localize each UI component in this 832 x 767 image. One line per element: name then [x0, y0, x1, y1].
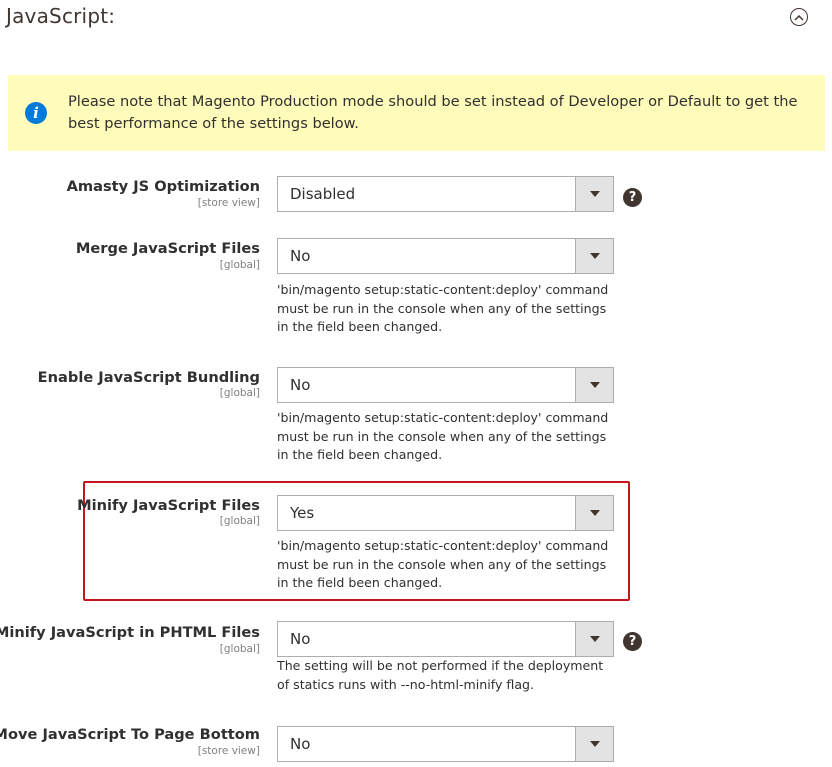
help-icon[interactable]: ?	[623, 188, 642, 207]
select-value: Yes	[290, 504, 315, 522]
dropdown-arrow-icon	[575, 239, 613, 273]
dropdown-arrow-icon	[575, 496, 613, 530]
select-value: No	[290, 376, 311, 394]
field-label: Minify JavaScript Files	[77, 497, 260, 514]
field-scope: [store view]	[197, 197, 260, 209]
notice-message: i Please note that Magento Production mo…	[8, 75, 825, 151]
field-scope: [store view]	[197, 745, 260, 757]
section-title: JavaScript:	[6, 4, 116, 28]
select-value: No	[290, 247, 311, 265]
amasty-js-optimization-select[interactable]: Disabled	[277, 176, 614, 212]
field-note: 'bin/magento setup:static-content:deploy…	[277, 410, 609, 462]
dropdown-arrow-icon	[575, 622, 613, 656]
enable-javascript-bundling-select[interactable]: No	[277, 367, 614, 403]
dropdown-arrow-icon	[575, 727, 613, 761]
select-value: No	[290, 630, 311, 648]
collapse-button[interactable]	[790, 8, 808, 26]
field-label: Amasty JS Optimization	[66, 178, 260, 195]
field-label: Merge JavaScript Files	[75, 240, 260, 257]
chevron-up-icon	[794, 14, 804, 21]
field-scope: [global]	[219, 643, 260, 655]
dropdown-arrow-icon	[575, 368, 613, 402]
info-icon: i	[25, 102, 47, 124]
field-scope: [global]	[219, 259, 260, 271]
field-note: 'bin/magento setup:static-content:deploy…	[277, 282, 609, 334]
field-label: Minify JavaScript in PHTML Files	[0, 624, 260, 641]
dropdown-arrow-icon	[575, 177, 613, 211]
notice-text: Please note that Magento Production mode…	[68, 93, 798, 132]
field-scope: [global]	[219, 387, 260, 399]
field-label: Move JavaScript To Page Bottom	[0, 726, 260, 743]
field-note: 'bin/magento setup:static-content:deploy…	[277, 538, 609, 590]
help-icon[interactable]: ?	[623, 632, 642, 651]
select-value: Disabled	[290, 185, 356, 203]
minify-javascript-files-select[interactable]: Yes	[277, 495, 614, 531]
field-label: Enable JavaScript Bundling	[37, 369, 260, 386]
move-javascript-bottom-select[interactable]: No	[277, 726, 614, 762]
field-note: The setting will be not performed if the…	[277, 658, 604, 692]
minify-javascript-phtml-select[interactable]: No	[277, 621, 614, 657]
merge-javascript-files-select[interactable]: No	[277, 238, 614, 274]
field-scope: [global]	[219, 515, 260, 527]
select-value: No	[290, 735, 311, 753]
